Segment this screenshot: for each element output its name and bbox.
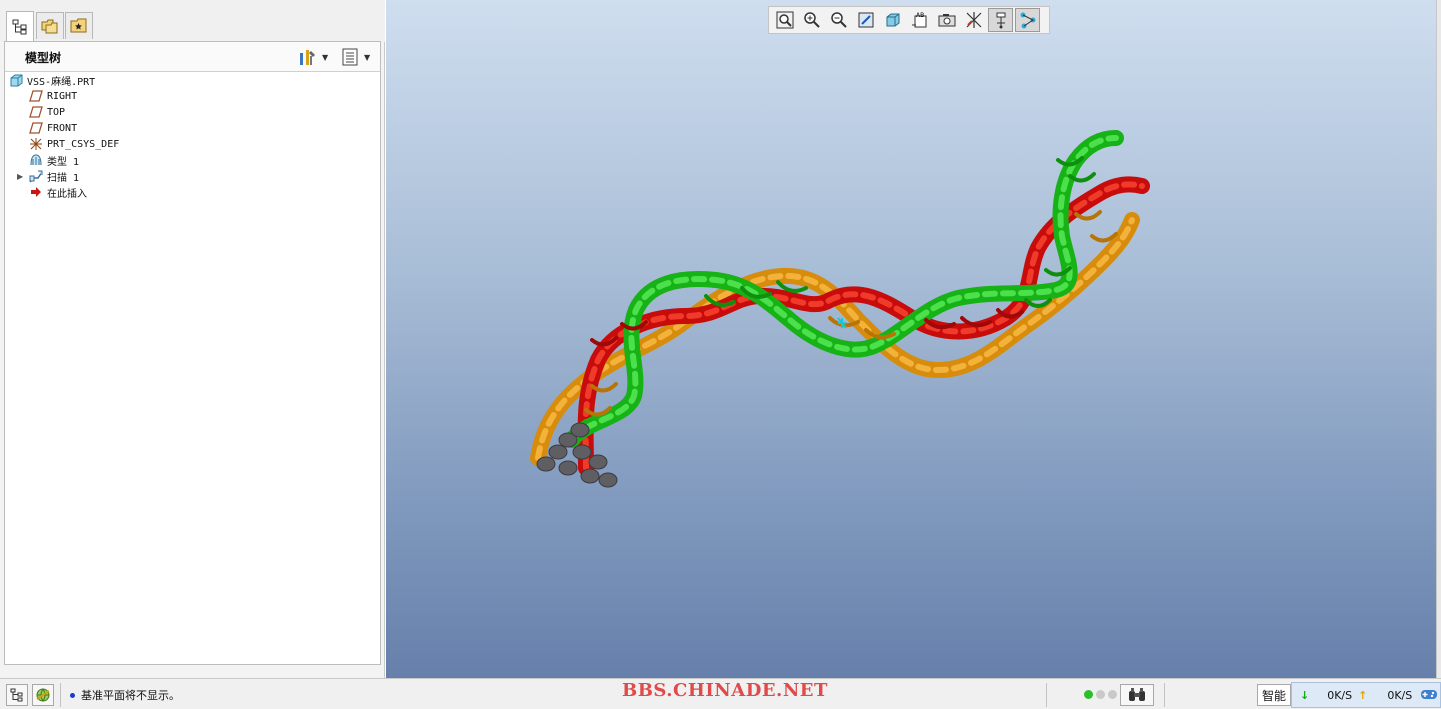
annotation-display-icon (996, 12, 1005, 29)
svg-text:AB: AB (916, 12, 924, 19)
status-bar: 基准平面将不显示。 BBS.CHINADE.NET 智能 ↓ 0K/S ↑ 0K… (0, 678, 1441, 709)
toggle-browser-button[interactable] (32, 684, 54, 706)
tab-favorites[interactable] (65, 12, 93, 39)
expand-arrow-icon[interactable]: ▶ (17, 172, 23, 181)
download-arrow-icon: ↓ (1300, 688, 1310, 702)
tree-item-pattern[interactable]: 类型 1 (29, 152, 79, 168)
view-manager-icon (938, 14, 955, 27)
binoculars-icon (1129, 688, 1145, 701)
message-bullet-icon (70, 692, 75, 698)
status-message-text: 基准平面将不显示。 (81, 689, 180, 702)
view-manager-button[interactable] (934, 8, 959, 32)
shading-icon (886, 13, 899, 27)
status-light-off-icon (1096, 690, 1105, 699)
upload-arrow-icon: ↑ (1358, 688, 1368, 702)
tree-item-right[interactable]: RIGHT (29, 88, 77, 104)
favorites-icon (70, 18, 87, 33)
tree-item-sweep[interactable]: 扫描 1 (29, 168, 79, 184)
navigator-tabs (0, 0, 385, 42)
chevron-down-icon: ▼ (364, 52, 371, 62)
repaint-icon (858, 12, 873, 28)
status-divider (1046, 683, 1047, 707)
tree-item-label: 扫描 1 (47, 172, 80, 184)
zoom-in-icon (803, 12, 820, 28)
part-icon (9, 73, 23, 87)
selection-filter-value: 智能 (1262, 688, 1287, 703)
tree-item-insert-here[interactable]: 在此插入 (29, 184, 87, 200)
model-tree-pane: 模型树 ▼ ▼ VSS-麻绳.PRT RIGHT TOP FRONT PRT_C… (4, 41, 381, 665)
model-tree-title: 模型树 (25, 51, 62, 65)
saved-views-icon: AB (911, 12, 926, 28)
tree-item-label: 在此插入 (47, 188, 87, 200)
tree-item-top[interactable]: TOP (29, 104, 65, 120)
download-rate: 0K/S (1327, 688, 1353, 702)
tree-settings-icon (300, 50, 315, 65)
tree-columns-button[interactable]: ▼ (341, 46, 370, 68)
status-light-green-icon (1084, 690, 1093, 699)
find-button[interactable] (1120, 684, 1154, 706)
zoom-in-button[interactable] (799, 8, 824, 32)
tree-item-label: 类型 1 (47, 156, 80, 168)
gamepad-icon[interactable] (1420, 687, 1438, 704)
chevron-down-icon: ▼ (322, 52, 329, 62)
browser-globe-icon (36, 688, 50, 702)
refit-icon (776, 11, 793, 29)
rope-model[interactable] (386, 0, 1436, 678)
tree-item-label: PRT_CSYS_DEF (47, 138, 120, 150)
csys-icon (29, 137, 43, 151)
toggle-navigator-button[interactable] (6, 684, 28, 706)
pattern-icon (29, 153, 43, 167)
datum-display-icon (966, 12, 981, 28)
insert-here-icon (29, 185, 43, 199)
folder-browser-icon (41, 19, 58, 34)
zoom-out-button[interactable] (826, 8, 851, 32)
regeneration-status-lights (1084, 690, 1120, 699)
watermark: BBS.CHINADE.NET (622, 680, 828, 701)
zoom-out-icon (830, 12, 847, 28)
tree-item-label: VSS-麻绳.PRT (27, 76, 96, 88)
navigator-panel: 模型树 ▼ ▼ VSS-麻绳.PRT RIGHT TOP FRONT PRT_C… (0, 0, 385, 678)
model-tree-header: 模型树 ▼ ▼ (5, 42, 380, 72)
datum-display-button[interactable] (961, 8, 986, 32)
model-tree-icon (10, 688, 23, 702)
spin-center-icon (837, 317, 847, 329)
selection-filter-select[interactable]: 智能 (1257, 684, 1292, 706)
datum-plane-icon (29, 121, 43, 135)
status-divider (1164, 683, 1165, 707)
upload-rate: 0K/S (1387, 688, 1413, 702)
tree-item-label: RIGHT (47, 90, 78, 102)
tree-item-label: FRONT (47, 122, 78, 134)
model-tree-icon (12, 19, 27, 34)
right-edge-strip (1436, 0, 1441, 678)
tree-item-part[interactable]: VSS-麻绳.PRT (9, 72, 95, 88)
tree-columns-icon (342, 48, 358, 66)
annotation-display-button[interactable] (988, 8, 1013, 32)
datum-plane-icon (29, 105, 43, 119)
graphics-viewport[interactable]: AB (386, 0, 1436, 678)
datum-plane-icon (29, 89, 43, 103)
shading-button[interactable] (880, 8, 905, 32)
tree-settings-button[interactable]: ▼ (297, 46, 328, 68)
repaint-button[interactable] (853, 8, 878, 32)
tree-item-label: TOP (47, 106, 66, 118)
status-light-off-icon (1108, 690, 1117, 699)
tree-item-front[interactable]: FRONT (29, 120, 77, 136)
network-speed-widget: ↓ 0K/S ↑ 0K/S (1291, 682, 1441, 708)
app-window: 模型树 ▼ ▼ VSS-麻绳.PRT RIGHT TOP FRONT PRT_C… (0, 0, 1441, 709)
sweep-icon (29, 169, 43, 183)
view-toolbar: AB (768, 6, 1050, 34)
spin-center-button[interactable] (1015, 8, 1040, 32)
tab-model-tree[interactable] (6, 11, 34, 41)
status-divider (60, 683, 61, 707)
saved-views-button[interactable]: AB (907, 8, 932, 32)
tab-folder-browser[interactable] (36, 12, 64, 39)
spin-center-toolbar-icon (1020, 12, 1035, 29)
tree-item-csys[interactable]: PRT_CSYS_DEF (29, 136, 119, 152)
refit-button[interactable] (772, 8, 797, 32)
status-message: 基准平面将不显示。 (70, 687, 180, 703)
